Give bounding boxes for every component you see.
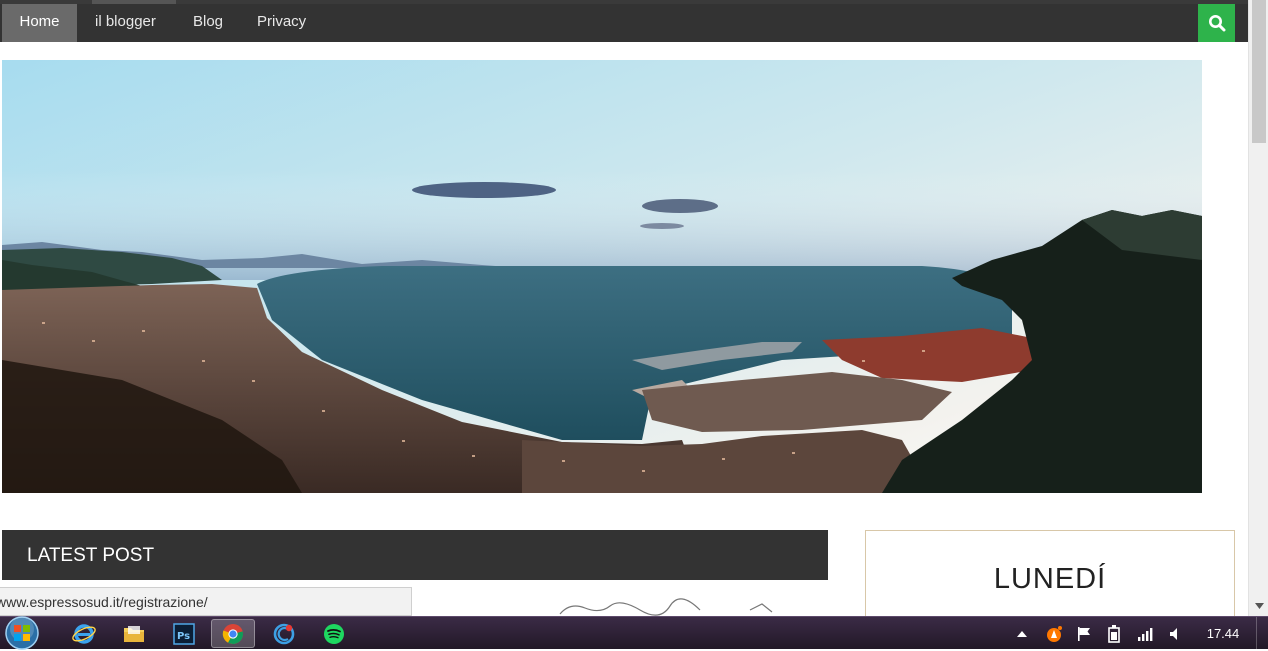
nav-item-il-blogger[interactable]: il blogger (95, 4, 156, 42)
scroll-thumb[interactable] (1252, 0, 1266, 143)
chevron-up-icon (1017, 631, 1027, 637)
network-icon (1138, 628, 1153, 641)
tray-network[interactable] (1135, 624, 1155, 644)
tray-show-hidden[interactable] (1012, 624, 1032, 644)
start-button[interactable] (2, 616, 42, 650)
search-icon (1208, 15, 1225, 32)
status-bar-url: www.espressosud.it/registrazione/ (0, 587, 412, 616)
tray-power[interactable] (1104, 624, 1124, 644)
action-center-flag-icon (1078, 627, 1090, 641)
show-desktop-button[interactable] (1256, 617, 1268, 650)
status-url-text: www.espressosud.it/registrazione/ (0, 594, 208, 610)
latest-post-header: LATEST POST (2, 530, 828, 580)
windows-taskbar: Ps 17.44 (0, 616, 1268, 650)
taskbar-chrome[interactable] (211, 619, 255, 648)
post-thumbnail-sketch (559, 598, 773, 616)
avast-icon (1047, 626, 1062, 642)
internet-explorer-icon (72, 623, 96, 644)
weekday-label: LUNEDÍ (993, 563, 1107, 595)
tray-action-center[interactable] (1074, 624, 1094, 644)
main-navbar: Home il blogger Blog Privacy (0, 4, 1248, 42)
panoramic-bay-photo (2, 60, 1202, 493)
volume-icon (1170, 628, 1177, 640)
power-icon (1108, 625, 1120, 643)
nav-item-privacy[interactable]: Privacy (257, 4, 306, 42)
taskbar-ccleaner[interactable] (262, 619, 306, 648)
windows-start-icon (5, 616, 39, 650)
browser-viewport: Home il blogger Blog Privacy LATEST POST… (0, 0, 1248, 616)
search-button[interactable] (1198, 4, 1235, 42)
chrome-icon (222, 623, 244, 644)
latest-post-title: LATEST POST (27, 545, 155, 566)
nav-item-blog[interactable]: Blog (193, 4, 223, 42)
ccleaner-icon (273, 623, 295, 644)
file-explorer-icon (124, 625, 144, 642)
tray-volume[interactable] (1166, 624, 1186, 644)
photoshop-icon: Ps (173, 622, 195, 645)
nav-item-home[interactable]: Home (2, 4, 77, 42)
svg-text:Ps: Ps (177, 631, 190, 642)
vertical-scrollbar[interactable] (1248, 0, 1268, 616)
tray-avast[interactable] (1044, 624, 1064, 644)
chevron-down-icon (1254, 603, 1264, 609)
taskbar-spotify[interactable] (312, 619, 356, 648)
taskbar-photoshop[interactable]: Ps (162, 619, 206, 648)
taskbar-internet-explorer[interactable] (62, 619, 106, 648)
spotify-icon (324, 623, 344, 644)
scroll-down-button[interactable] (1249, 598, 1268, 614)
taskbar-clock[interactable]: 17.44 (1198, 617, 1248, 650)
taskbar-file-explorer[interactable] (112, 619, 156, 648)
calendar-widget: LUNEDÍ (865, 530, 1235, 616)
hero-image (2, 60, 1202, 493)
